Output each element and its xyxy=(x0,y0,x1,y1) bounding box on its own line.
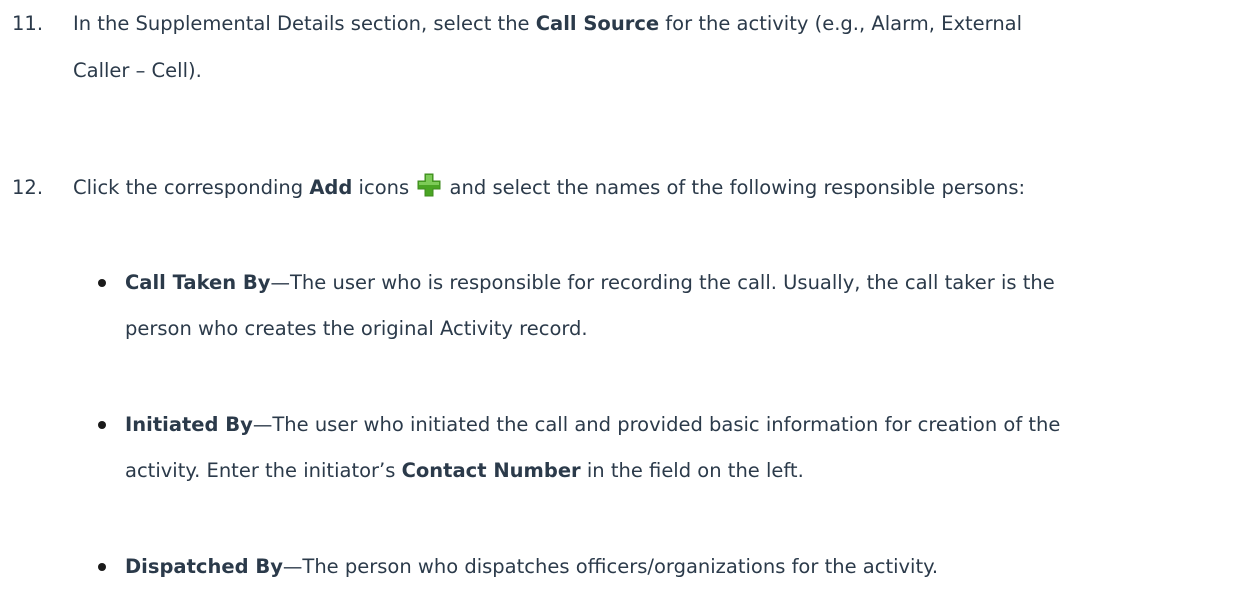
contact-number-term: Contact Number xyxy=(401,459,581,482)
bullet-icon xyxy=(98,563,106,571)
step-number: 12. xyxy=(12,176,44,199)
step-text: Click the corresponding Add icons and se… xyxy=(73,164,1233,212)
step-text-segment: icons xyxy=(352,176,410,199)
step-text-continuation: Caller – Cell). xyxy=(73,59,202,82)
add-plus-icon xyxy=(417,173,441,197)
bullet-description: —The person who dispatches officers/orga… xyxy=(282,555,939,578)
bullet-text: Call Taken By—The user who is responsibl… xyxy=(125,259,1235,307)
bullet-text: Dispatched By—The person who dispatches … xyxy=(125,543,1235,591)
step-text: In the Supplemental Details section, sel… xyxy=(73,0,1233,48)
bullet-term: Dispatched By xyxy=(125,555,283,578)
bullet-description: —The user who initiated the call and pro… xyxy=(252,413,1061,436)
call-source-term: Call Source xyxy=(535,12,660,35)
bullet-icon xyxy=(98,421,106,429)
bullet-description: —The user who is responsible for recordi… xyxy=(270,271,1055,294)
bullet-text: Initiated By—The user who initiated the … xyxy=(125,401,1235,449)
step-text-segment: In the Supplemental Details section, sel… xyxy=(73,12,536,35)
step-text-segment: and select the names of the following re… xyxy=(443,176,1026,199)
add-term: Add xyxy=(309,176,353,199)
bullet-term: Call Taken By xyxy=(125,271,271,294)
bullet-description: activity. Enter the initiator’s xyxy=(125,459,402,482)
step-text-segment: Click the corresponding xyxy=(73,176,310,199)
bullet-text-continuation: activity. Enter the initiator’s Contact … xyxy=(125,447,1235,495)
bullet-text-continuation: person who creates the original Activity… xyxy=(125,317,588,340)
step-text-segment: for the activity (e.g., Alarm, External xyxy=(659,12,1023,35)
step-number: 11. xyxy=(12,12,44,35)
bullet-term: Initiated By xyxy=(125,413,253,436)
bullet-icon xyxy=(98,279,106,287)
bullet-description: in the field on the left. xyxy=(580,459,804,482)
